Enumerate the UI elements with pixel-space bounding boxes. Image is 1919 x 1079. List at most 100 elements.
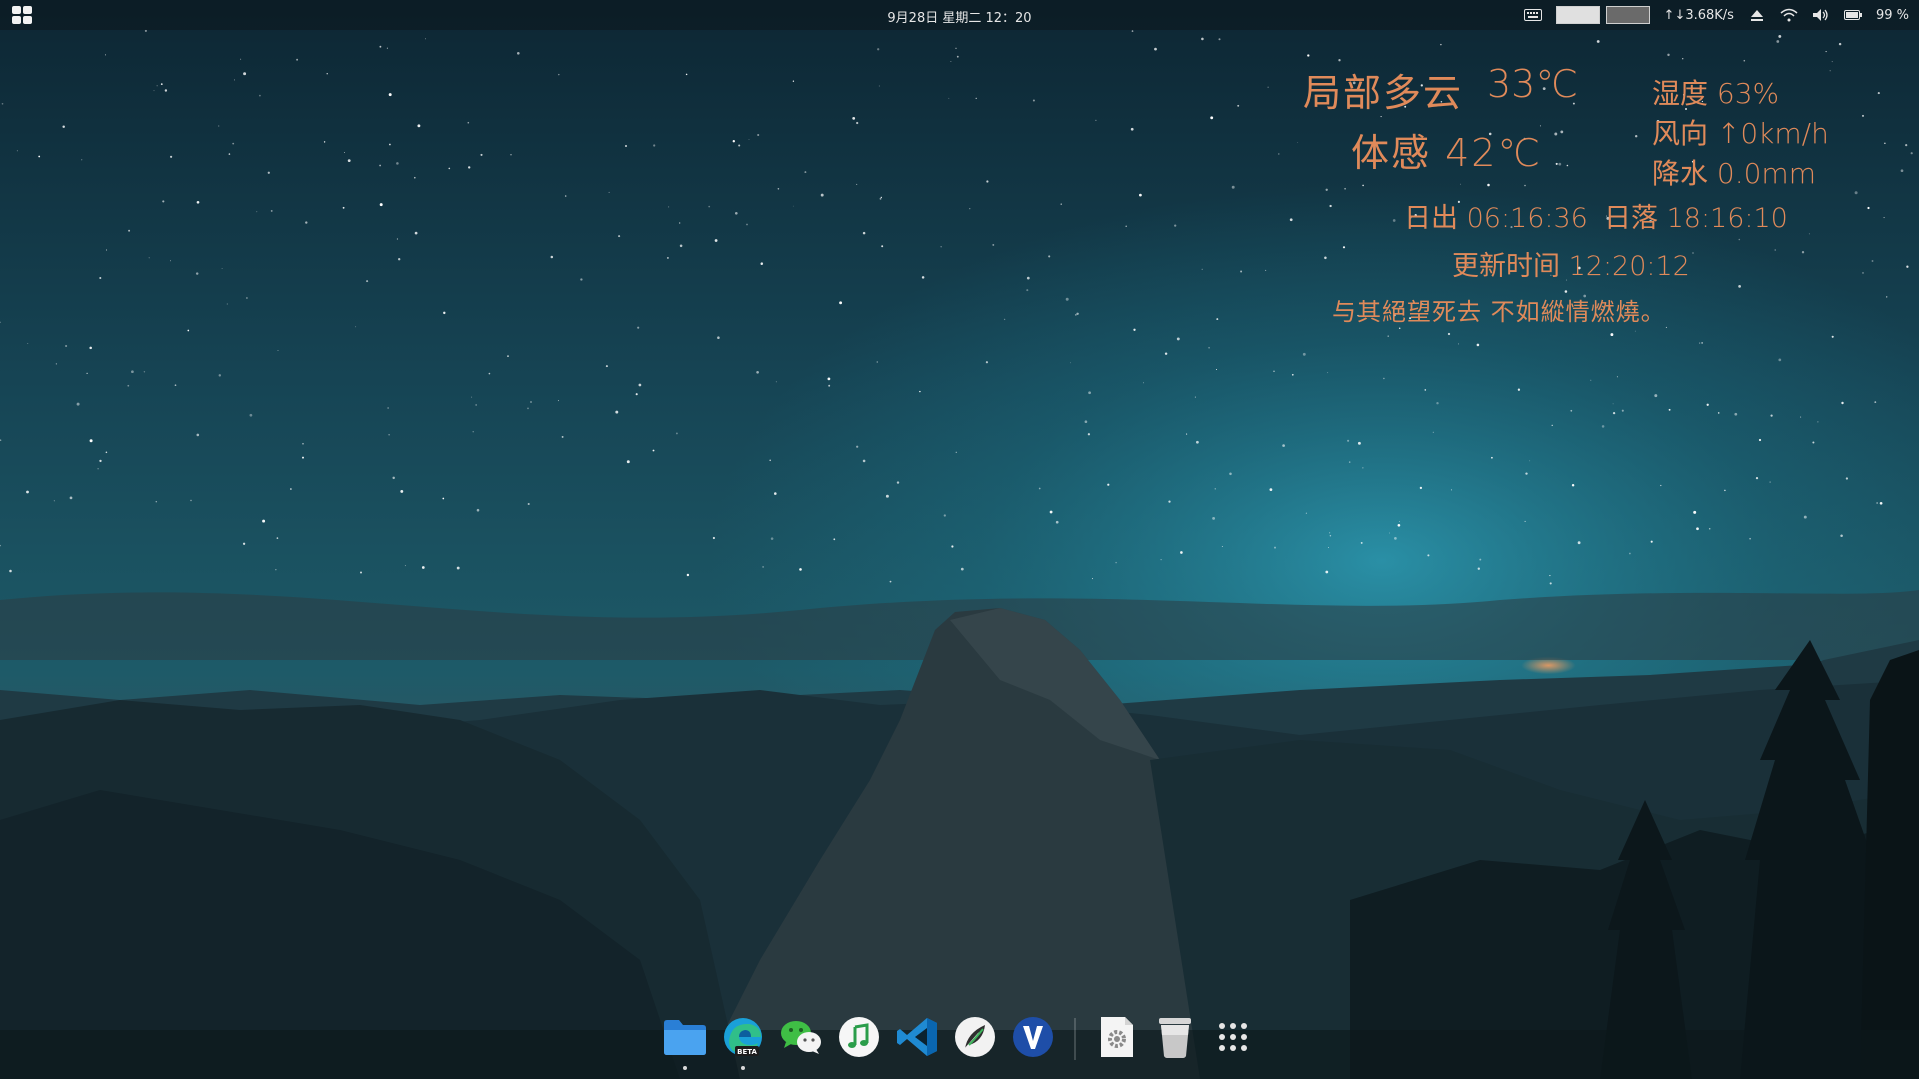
- star: [1038, 487, 1041, 490]
- dock-item-settings[interactable]: [1094, 1016, 1140, 1062]
- dock-item-files[interactable]: [662, 1016, 708, 1070]
- trash-icon: [1157, 1015, 1193, 1063]
- star: [1273, 370, 1275, 372]
- wechat-icon: [779, 1017, 823, 1061]
- star: [26, 490, 29, 494]
- star: [1347, 439, 1350, 442]
- star: [1427, 554, 1430, 557]
- star: [1357, 441, 1361, 445]
- dock-items: BETA: [662, 1012, 1256, 1070]
- star: [1551, 424, 1553, 427]
- star: [638, 383, 642, 387]
- star: [1084, 420, 1088, 424]
- star: [127, 384, 130, 387]
- star: [276, 537, 279, 539]
- star: [1749, 537, 1751, 540]
- star: [635, 393, 638, 396]
- star: [1214, 488, 1216, 490]
- star: [955, 451, 957, 453]
- star: [387, 407, 389, 409]
- star: [1049, 510, 1053, 514]
- dock-separator: [1074, 1018, 1076, 1060]
- star: [856, 445, 859, 448]
- star: [1143, 382, 1144, 384]
- star: [143, 371, 146, 373]
- dock-item-music[interactable]: [836, 1016, 882, 1062]
- dock-item-edge-beta[interactable]: BETA: [720, 1016, 766, 1070]
- star: [1383, 377, 1385, 380]
- star: [1329, 532, 1331, 534]
- star: [1087, 433, 1091, 436]
- dock-item-trash[interactable]: [1152, 1016, 1198, 1062]
- star: [1524, 520, 1526, 522]
- star: [1362, 467, 1364, 469]
- star: [27, 343, 29, 344]
- star: [1758, 438, 1762, 442]
- star: [1778, 358, 1782, 362]
- star: [1491, 456, 1493, 459]
- star: [1180, 551, 1183, 554]
- star: [769, 459, 771, 462]
- star: [951, 545, 954, 548]
- star: [652, 449, 655, 452]
- star: [1399, 521, 1400, 523]
- star: [262, 519, 266, 523]
- star: [1549, 582, 1552, 585]
- star: [1216, 369, 1217, 370]
- star: [1812, 441, 1815, 444]
- star: [1424, 389, 1427, 391]
- star: [277, 350, 279, 351]
- weather-temperature: 33℃: [1487, 62, 1579, 106]
- dock-item-feather[interactable]: [952, 1016, 998, 1062]
- feather-icon: [953, 1015, 997, 1063]
- star: [762, 566, 764, 568]
- star: [615, 410, 619, 414]
- star: [1879, 501, 1883, 505]
- dock-item-vscode[interactable]: [894, 1016, 940, 1062]
- star: [89, 439, 93, 443]
- star: [1845, 477, 1849, 480]
- star: [605, 365, 608, 368]
- star: [1221, 545, 1223, 547]
- star: [862, 459, 866, 463]
- star: [275, 569, 277, 571]
- star: [799, 568, 802, 571]
- star: [1348, 461, 1351, 463]
- star: [1360, 541, 1363, 544]
- star: [1436, 402, 1439, 405]
- dock-item-v-app[interactable]: [1010, 1016, 1056, 1062]
- weather-widget: 局部多云 33℃ 体感 42℃ 湿度 63% 风向 ↑0km/h 降水 0.0m…: [0, 0, 1919, 340]
- star: [76, 402, 80, 406]
- star: [1115, 561, 1117, 564]
- star: [1708, 528, 1711, 530]
- star: [392, 476, 395, 480]
- star: [174, 384, 177, 387]
- star: [1529, 460, 1531, 462]
- star: [1803, 515, 1807, 519]
- star: [1817, 421, 1819, 423]
- star: [1328, 547, 1330, 548]
- star: [472, 431, 474, 433]
- star: [1601, 425, 1605, 428]
- star: [249, 413, 253, 417]
- star: [1770, 414, 1773, 417]
- star: [1660, 484, 1662, 487]
- star: [775, 381, 777, 383]
- star: [1092, 578, 1093, 580]
- star: [1229, 472, 1232, 476]
- weather-update-time: 更新时间 12:20:12: [1452, 251, 1690, 282]
- star: [1477, 567, 1480, 570]
- star: [1208, 346, 1210, 349]
- weather-precipitation: 降水 0.0mm: [1652, 157, 1816, 190]
- star: [1432, 431, 1434, 433]
- dock-item-app-grid[interactable]: [1210, 1016, 1256, 1062]
- star: [190, 499, 192, 502]
- star: [476, 508, 480, 512]
- star: [1616, 376, 1618, 378]
- weather-sunset: 日落 18:16:10: [1604, 203, 1788, 234]
- dock-item-wechat[interactable]: [778, 1016, 824, 1062]
- settings-gear-icon: [1097, 1015, 1137, 1063]
- star: [475, 404, 477, 406]
- star: [1840, 534, 1843, 538]
- music-note-icon: [837, 1015, 881, 1063]
